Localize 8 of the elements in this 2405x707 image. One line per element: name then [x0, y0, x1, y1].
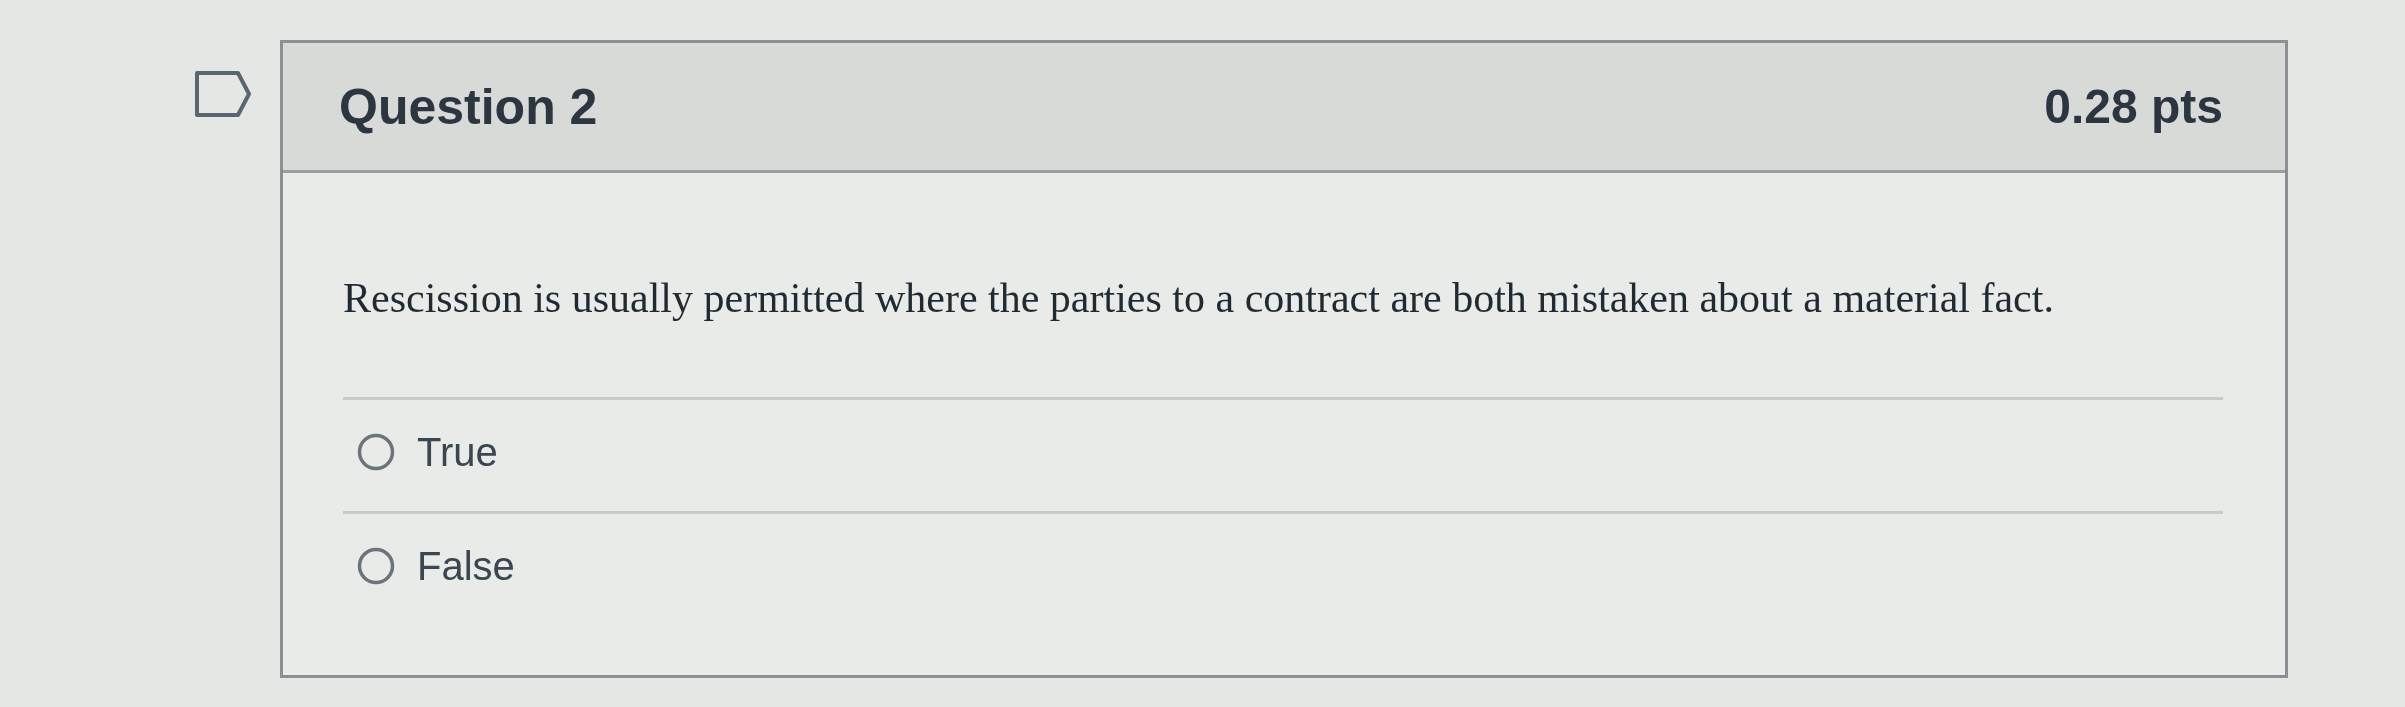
- points-label: 0.28 pts: [2044, 79, 2223, 134]
- radio-button[interactable]: [357, 546, 395, 585]
- radio-button[interactable]: [357, 432, 395, 471]
- answer-label[interactable]: False: [417, 541, 515, 590]
- answer-label[interactable]: True: [417, 427, 498, 476]
- flag-icon[interactable]: [194, 70, 252, 118]
- question-text: Rescission is usually permitted where the parties to a contract are both mistaken about a material fact.: [343, 274, 2055, 323]
- question-title: Question 2: [339, 77, 598, 136]
